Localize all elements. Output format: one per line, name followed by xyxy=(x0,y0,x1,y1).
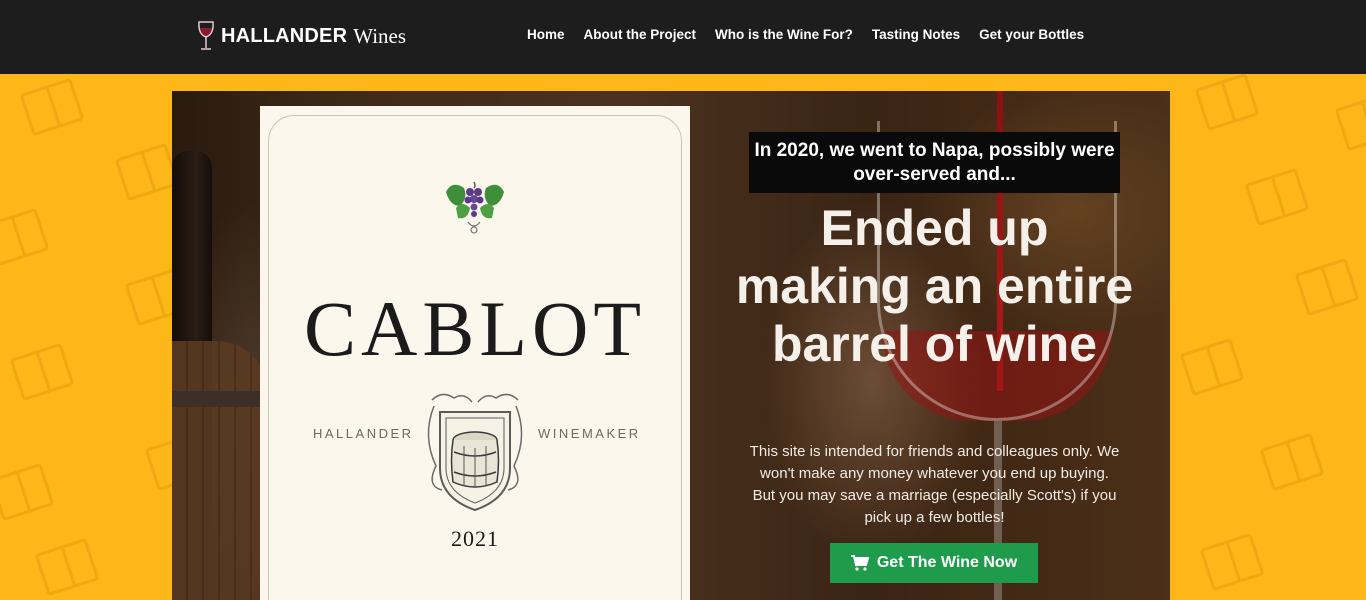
hero-headline: Ended up making an entire barrel of wine xyxy=(735,200,1134,372)
grape-leaf-icon xyxy=(446,181,504,234)
nav-get-your-bottles[interactable]: Get your Bottles xyxy=(979,27,1084,42)
wine-name: CABLOT xyxy=(304,285,646,372)
label-right-text: WINEMAKER xyxy=(538,426,641,441)
get-the-wine-now-button[interactable]: Get The Wine Now xyxy=(830,543,1038,583)
brand-name: HALLANDER xyxy=(221,24,348,47)
nav-who-is-the-wine-for[interactable]: Who is the Wine For? xyxy=(715,27,853,42)
cart-icon xyxy=(850,555,869,571)
nav-tasting-notes[interactable]: Tasting Notes xyxy=(872,27,960,42)
vintage-year: 2021 xyxy=(451,526,499,551)
barrel-crest-icon xyxy=(427,393,523,512)
hero-section: CABLOT HALLANDER WINEMAKER 2021 In 2020,… xyxy=(172,91,1170,600)
site-logo[interactable]: HALLANDER Wines xyxy=(196,20,406,52)
nav-home[interactable]: Home xyxy=(527,27,565,42)
cta-label: Get The Wine Now xyxy=(876,554,1018,571)
label-left-text: HALLANDER xyxy=(313,426,414,441)
brand-suffix: Wines xyxy=(353,23,407,48)
wine-label-image: CABLOT HALLANDER WINEMAKER 2021 xyxy=(260,106,690,600)
wine-glass-icon xyxy=(198,21,214,50)
hero-description: This site is intended for friends and co… xyxy=(749,443,1120,526)
hero-tagline: In 2020, we went to Napa, possibly were … xyxy=(749,132,1120,193)
background-barrel xyxy=(172,341,267,600)
main-nav: Home About the Project Who is the Wine F… xyxy=(527,27,1103,42)
site-header: HALLANDER Wines Home About the Project W… xyxy=(0,0,1366,74)
nav-about-the-project[interactable]: About the Project xyxy=(584,27,697,42)
background-barrel-band xyxy=(172,391,267,407)
